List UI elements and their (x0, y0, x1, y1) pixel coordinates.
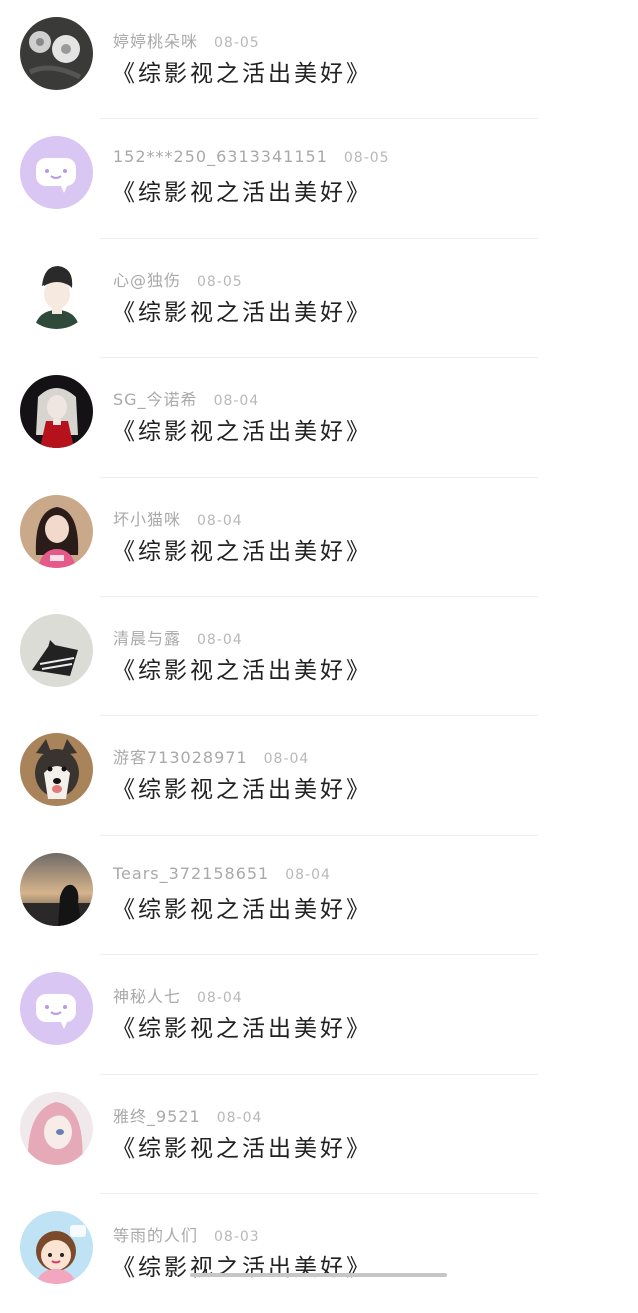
comment-date: 08-04 (197, 990, 243, 1007)
username[interactable]: Tears_372158651 (113, 864, 269, 883)
comment-date: 08-05 (214, 35, 260, 51)
comment-text: 《综影视之活出美好》 (112, 538, 372, 565)
comment-meta: 坏小猫咪 08-04 (113, 506, 243, 529)
comment-date: 08-04 (285, 866, 331, 883)
default-chat-bubble-avatar[interactable] (20, 136, 93, 210)
username[interactable]: 婷婷桃朵咪 (113, 32, 198, 51)
comment-list: 婷婷桃朵咪 08-05 《综影视之活出美好》 152***250_63133411… (0, 0, 638, 1313)
username[interactable]: 坏小猫咪 (113, 510, 181, 529)
comment-item[interactable]: 清晨与露 08-04 《综影视之活出美好》 (0, 597, 638, 717)
comment-meta: 等雨的人们 08-03 (113, 1222, 260, 1245)
cartoon-kid-avatar[interactable] (20, 1210, 93, 1284)
comment-item[interactable]: SG_今诺希 08-04 《综影视之活出美好》 (0, 358, 638, 478)
anime-pink-hair-avatar[interactable] (20, 1091, 93, 1165)
comment-item[interactable]: 婷婷桃朵咪 08-05 《综影视之活出美好》 (0, 0, 638, 120)
comment-date: 08-04 (197, 512, 243, 529)
comment-item[interactable]: 心@独伤 08-05 《综影视之活出美好》 (0, 239, 638, 359)
home-indicator[interactable] (190, 1273, 447, 1277)
comment-text: 《综影视之活出美好》 (112, 1016, 372, 1043)
comment-date: 08-05 (197, 273, 243, 290)
cat-photo-avatar[interactable] (20, 613, 93, 687)
comment-meta: Tears_372158651 08-04 (113, 864, 331, 886)
flower-photo-avatar[interactable] (20, 17, 93, 90)
comment-meta: 神秘人七 08-04 (113, 983, 243, 1007)
comment-meta: 雅终_9521 08-04 (113, 1103, 263, 1126)
default-chat-bubble-avatar[interactable] (20, 972, 93, 1046)
comment-item[interactable]: 神秘人七 08-04 《综影视之活出美好》 (0, 955, 638, 1075)
username[interactable]: 152***250_6313341151 (113, 147, 328, 166)
username[interactable]: 清晨与露 (113, 629, 181, 648)
comment-text: 《综影视之活出美好》 (112, 777, 372, 804)
username[interactable]: 游客713028971 (113, 748, 248, 767)
comment-date: 08-03 (214, 1228, 260, 1245)
comment-item[interactable]: 游客713028971 08-04 《综影视之活出美好》 (0, 716, 638, 836)
comment-text: 《综影视之活出美好》 (112, 61, 372, 87)
comment-item[interactable]: 雅终_9521 08-04 《综影视之活出美好》 (0, 1075, 638, 1194)
girl-photo-avatar[interactable] (20, 494, 93, 568)
comment-meta: SG_今诺希 08-04 (113, 386, 260, 410)
comment-meta: 152***250_6313341151 08-05 (113, 147, 390, 169)
comment-date: 08-04 (263, 751, 310, 768)
comment-date: 08-04 (213, 393, 260, 410)
comment-text: 《综影视之活出美好》 (112, 180, 372, 207)
red-dress-doll-avatar[interactable] (20, 375, 93, 449)
comment-text: 《综影视之活出美好》 (112, 1135, 372, 1162)
comment-text: 《综影视之活出美好》 (112, 419, 372, 446)
comment-item[interactable]: 坏小猫咪 08-04 《综影视之活出美好》 (0, 478, 638, 597)
husky-dog-avatar[interactable] (20, 733, 93, 807)
username[interactable]: 神秘人七 (113, 987, 181, 1006)
comment-item[interactable]: Tears_372158651 08-04 《综影视之活出美好》 (0, 836, 638, 956)
comment-text: 《综影视之活出美好》 (112, 896, 372, 923)
comment-text: 《综影视之活出美好》 (112, 299, 372, 326)
username[interactable]: SG_今诺希 (113, 390, 198, 409)
comment-meta: 游客713028971 08-04 (113, 744, 310, 768)
sunset-silhouette-avatar[interactable] (20, 852, 93, 926)
comment-date: 08-04 (197, 631, 243, 648)
comment-meta: 心@独伤 08-05 (113, 267, 243, 290)
comment-item[interactable]: 152***250_6313341151 08-05 《综影视之活出美好》 (0, 119, 638, 239)
comment-date: 08-04 (216, 1109, 263, 1126)
comment-item[interactable]: 等雨的人们 08-03 《综影视之活出美好》 (0, 1194, 638, 1313)
comment-text: 《综影视之活出美好》 (112, 657, 372, 684)
anime-boy-avatar[interactable] (20, 255, 93, 329)
username[interactable]: 心@独伤 (113, 271, 181, 290)
username[interactable]: 雅终_9521 (113, 1107, 201, 1126)
username[interactable]: 等雨的人们 (113, 1226, 198, 1245)
comment-date: 08-05 (343, 150, 390, 167)
comment-meta: 清晨与露 08-04 (113, 625, 243, 648)
comment-meta: 婷婷桃朵咪 08-05 (113, 28, 260, 51)
